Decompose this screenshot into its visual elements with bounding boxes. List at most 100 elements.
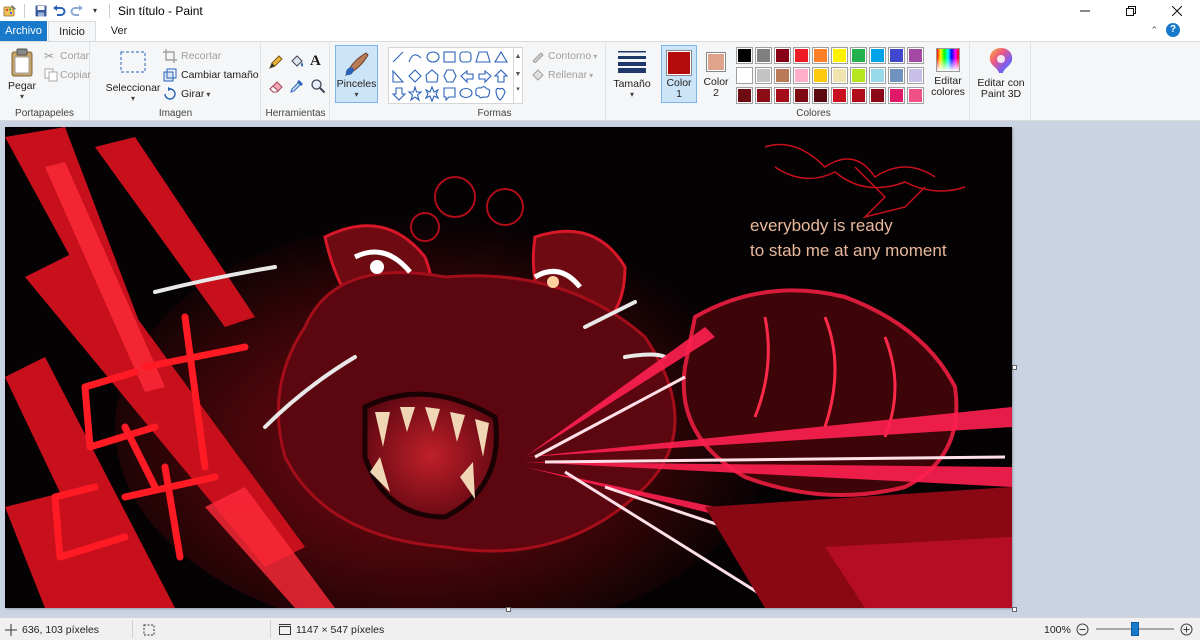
color-palette	[736, 47, 928, 105]
crop-label: Recortar	[181, 50, 222, 62]
palette-color-swatch[interactable]	[831, 87, 848, 104]
palette-color-swatch[interactable]	[850, 67, 867, 84]
zoom-slider[interactable]	[1096, 618, 1174, 640]
canvas-resize-handle-right[interactable]	[1012, 365, 1017, 370]
canvas-resize-handle-bottom[interactable]	[506, 607, 511, 612]
redo-icon[interactable]	[69, 3, 85, 19]
tab-file[interactable]: Archivo	[0, 21, 47, 41]
magnifier-icon	[311, 79, 326, 94]
magnifier-tool[interactable]	[310, 78, 328, 96]
color1-button[interactable]: Color 1	[661, 45, 697, 103]
palette-color-swatch[interactable]	[812, 47, 829, 64]
palette-color-swatch[interactable]	[888, 67, 905, 84]
fill-button[interactable]: Rellenar ▾	[531, 67, 593, 83]
palette-color-swatch[interactable]	[888, 87, 905, 104]
select-rectangle-icon	[120, 51, 146, 73]
palette-color-swatch[interactable]	[888, 47, 905, 64]
cut-button[interactable]: ✂ Cortar	[44, 48, 89, 64]
eraser-tool[interactable]	[268, 78, 286, 96]
rotate-dropdown-icon[interactable]: ▾	[206, 90, 210, 99]
collapse-ribbon-icon[interactable]: ⌃	[1150, 25, 1158, 36]
palette-color-swatch[interactable]	[736, 47, 753, 64]
palette-color-swatch[interactable]	[755, 87, 772, 104]
tools-group-label: Herramientas	[265, 108, 326, 119]
pencil-tool[interactable]	[268, 54, 286, 72]
tools-group: A Herramientas	[262, 42, 330, 121]
brushes-button[interactable]: Pinceles ▾	[335, 45, 378, 103]
resize-icon	[163, 68, 177, 82]
palette-color-swatch[interactable]	[774, 47, 791, 64]
size-button[interactable]: Tamaño ▾	[610, 47, 654, 103]
zoom-slider-thumb[interactable]	[1131, 622, 1139, 636]
palette-color-swatch[interactable]	[755, 67, 772, 84]
edit-colors-button[interactable]: Editar colores	[928, 46, 968, 104]
palette-color-swatch[interactable]	[850, 87, 867, 104]
shapes-expand-icon[interactable]: ▾	[514, 84, 522, 96]
palette-color-swatch[interactable]	[812, 67, 829, 84]
zoom-in-button[interactable]	[1180, 618, 1193, 640]
resize-button[interactable]: Cambiar tamaño	[163, 67, 259, 83]
undo-icon[interactable]	[51, 3, 67, 19]
palette-color-swatch[interactable]	[907, 47, 924, 64]
canvas-caption: everybody is ready to stab me at any mom…	[750, 213, 947, 263]
palette-color-swatch[interactable]	[793, 47, 810, 64]
shapes-scrollbar[interactable]: ▲ ▼ ▾	[513, 47, 523, 104]
crop-button[interactable]: Recortar	[163, 48, 221, 64]
paint-app-icon[interactable]	[2, 3, 18, 19]
zoom-out-button[interactable]	[1076, 618, 1089, 640]
palette-color-swatch[interactable]	[736, 87, 753, 104]
color-spectrum-icon	[936, 48, 960, 72]
edit-with-paint3d-button[interactable]: Editar con Paint 3D	[973, 46, 1029, 104]
size-dropdown-icon[interactable]: ▾	[610, 90, 654, 99]
color-picker-tool[interactable]	[289, 78, 307, 96]
select-button[interactable]: Seleccionar ▾	[104, 48, 162, 104]
save-icon[interactable]	[33, 3, 49, 19]
color2-button[interactable]: Color 2	[699, 45, 733, 103]
palette-color-swatch[interactable]	[793, 67, 810, 84]
palette-color-swatch[interactable]	[774, 87, 791, 104]
customize-quick-access-icon[interactable]: ▾	[87, 3, 103, 19]
palette-color-swatch[interactable]	[831, 47, 848, 64]
outline-button[interactable]: Contorno ▾	[531, 48, 597, 64]
color2-label-b: 2	[713, 87, 719, 99]
palette-color-swatch[interactable]	[869, 47, 886, 64]
palette-color-swatch[interactable]	[793, 87, 810, 104]
palette-color-swatch[interactable]	[869, 67, 886, 84]
outline-dropdown-icon[interactable]: ▾	[593, 52, 597, 61]
drawing-canvas[interactable]: cut cut everybody is ready to stab me at…	[5, 127, 1012, 608]
restore-button[interactable]	[1108, 0, 1154, 21]
ribbon-tabs: Archivo Inicio Ver ⌃ ?	[0, 21, 1200, 41]
rotate-button[interactable]: Girar ▾	[163, 86, 210, 102]
tab-home[interactable]: Inicio	[48, 21, 96, 41]
rotate-label: Girar	[181, 88, 205, 100]
shapes-scroll-up-icon[interactable]: ▲	[514, 48, 522, 66]
color1-swatch	[666, 50, 692, 76]
palette-color-swatch[interactable]	[850, 47, 867, 64]
palette-color-swatch[interactable]	[907, 87, 924, 104]
paste-button[interactable]: Pegar ▾	[5, 46, 39, 102]
zoom-level-text: 100%	[1044, 623, 1071, 636]
text-tool[interactable]: A	[310, 53, 328, 71]
canvas-resize-handle-corner[interactable]	[1012, 607, 1017, 612]
shapes-scroll-down-icon[interactable]: ▼	[514, 66, 522, 84]
fill-tool[interactable]	[289, 54, 307, 72]
palette-color-swatch[interactable]	[812, 87, 829, 104]
tab-view[interactable]: Ver	[101, 21, 137, 41]
close-button[interactable]	[1154, 0, 1200, 21]
palette-color-swatch[interactable]	[736, 67, 753, 84]
minimize-button[interactable]	[1062, 0, 1108, 21]
palette-color-swatch[interactable]	[907, 67, 924, 84]
palette-color-swatch[interactable]	[774, 67, 791, 84]
edit-colors-label-b: colores	[931, 86, 965, 98]
palette-color-swatch[interactable]	[831, 67, 848, 84]
paste-dropdown-icon[interactable]: ▾	[5, 92, 39, 101]
eraser-icon	[269, 81, 283, 93]
workspace[interactable]: cut cut everybody is ready to stab me at…	[0, 121, 1200, 617]
brushes-dropdown-icon[interactable]: ▾	[336, 90, 377, 99]
copy-button[interactable]: Copiar	[44, 67, 91, 83]
select-dropdown-icon[interactable]: ▾	[104, 94, 162, 103]
palette-color-swatch[interactable]	[755, 47, 772, 64]
palette-color-swatch[interactable]	[869, 87, 886, 104]
fill-dropdown-icon[interactable]: ▾	[589, 71, 593, 80]
help-icon[interactable]: ?	[1166, 23, 1180, 37]
